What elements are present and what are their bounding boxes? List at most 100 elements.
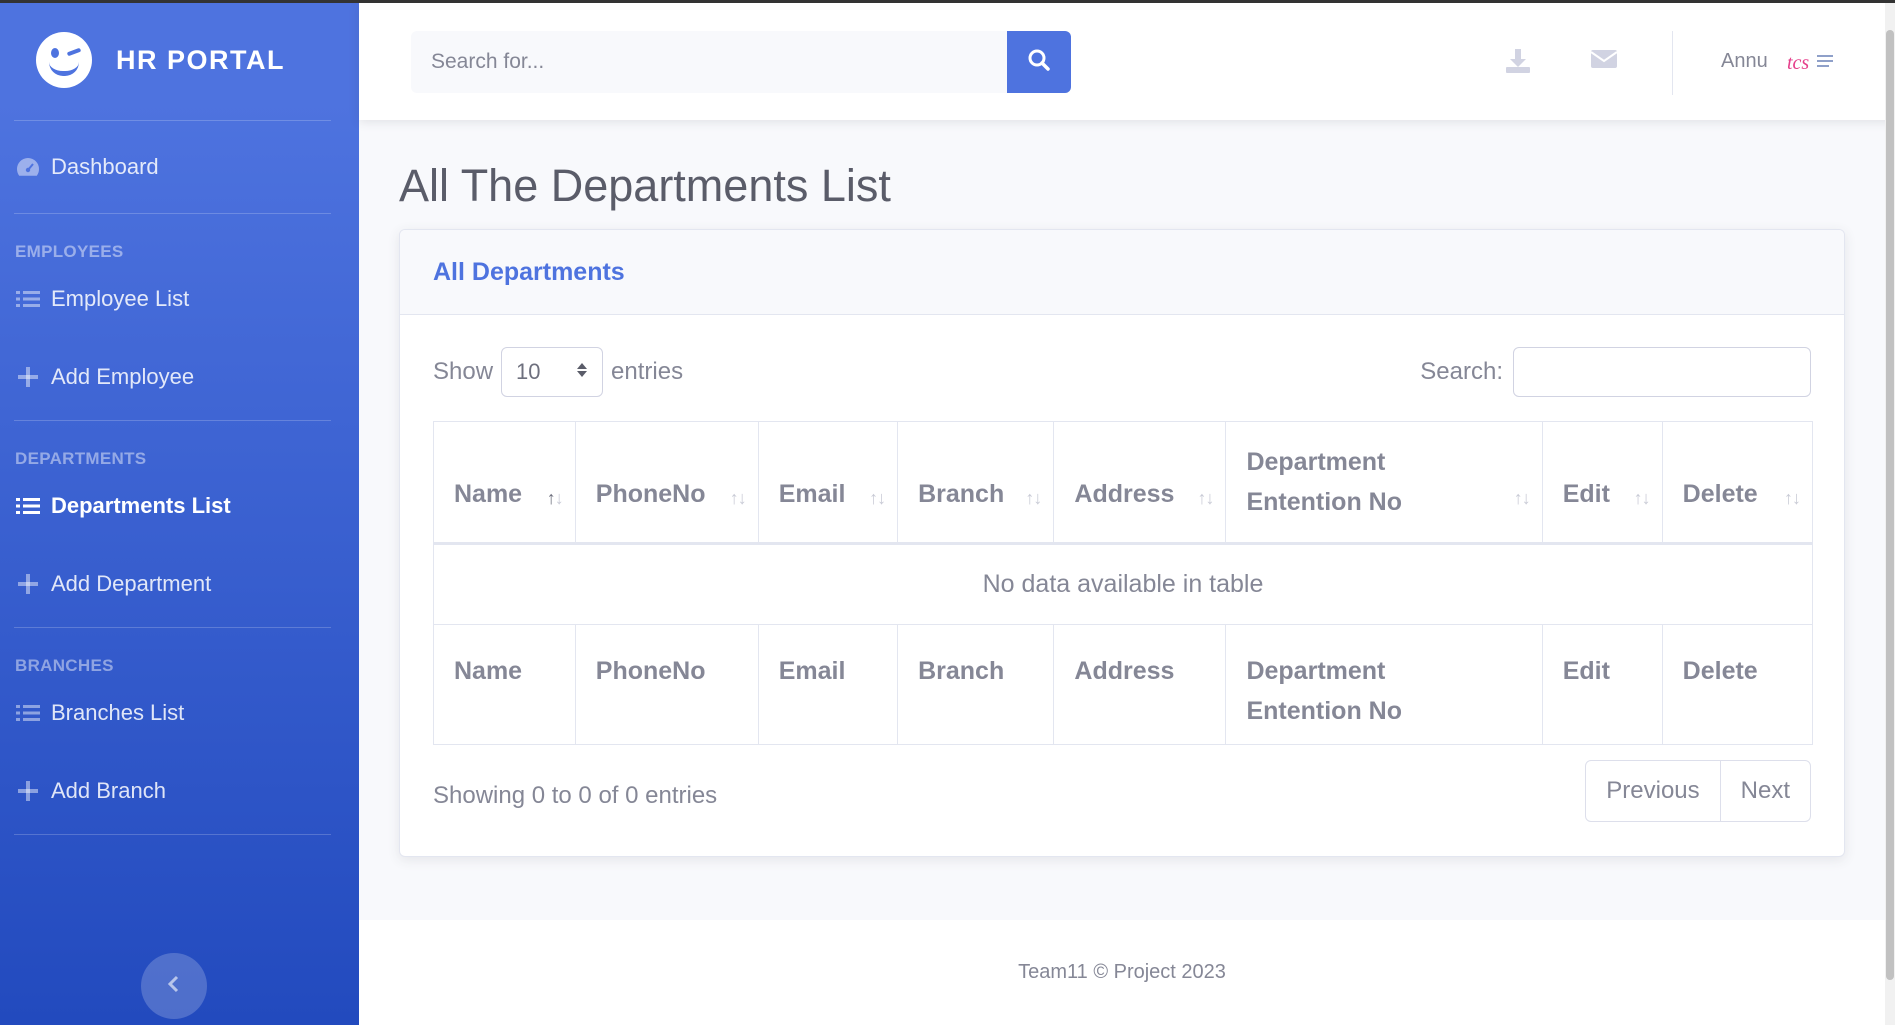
topbar: Annu tcs: [359, 3, 1895, 120]
column-header-delete[interactable]: Delete ↑↓: [1661, 421, 1814, 545]
card-title: All Departments: [433, 257, 625, 286]
sidebar-item-add-department[interactable]: Add Department: [0, 541, 359, 627]
page-length-select[interactable]: 10: [501, 347, 604, 397]
sidebar-heading-branches: BRANCHES: [15, 656, 114, 675]
chevron-left-icon: [167, 975, 181, 998]
previous-button[interactable]: Previous: [1586, 761, 1719, 821]
list-icon: [15, 703, 41, 723]
column-header-phoneno[interactable]: PhoneNo ↑↓: [574, 421, 759, 545]
user-logo-text: tcs: [1787, 52, 1809, 74]
column-label-line: Entention No: [1246, 488, 1402, 516]
footer-column-phoneno: PhoneNo: [574, 624, 759, 745]
column-label-line: Department: [1246, 448, 1386, 476]
sidebar-item-label: Employee List: [51, 286, 190, 311]
sidebar-item-add-employee[interactable]: Add Employee: [0, 334, 359, 420]
smiley-logo-icon: [36, 32, 92, 88]
sidebar-item-employee-list[interactable]: Employee List: [0, 264, 359, 334]
column-label: Edit: [1562, 480, 1610, 508]
column-label: Department Entention No: [1246, 442, 1521, 522]
page-footer: Team11 © Project 2023: [359, 920, 1885, 1025]
sidebar-item-label: Add Branch: [51, 778, 166, 803]
sidebar-item-add-branch[interactable]: Add Branch: [0, 748, 359, 834]
sort-asc-icon: ↑↓: [546, 488, 564, 508]
column-label-line: Entention No: [1246, 697, 1402, 725]
plus-icon: [15, 781, 41, 801]
sort-icon: ↑↓: [869, 488, 886, 508]
footer-column-name: Name: [433, 624, 576, 745]
search-input[interactable]: [411, 31, 1007, 93]
column-header-email[interactable]: Email ↑↓: [757, 421, 899, 545]
user-name[interactable]: Annu: [1721, 50, 1768, 73]
sidebar: HR PORTAL Dashboard EMPLOYEES Employee L…: [0, 0, 359, 1025]
plus-icon: [15, 367, 41, 387]
sidebar-toggle-button[interactable]: [141, 953, 207, 1019]
envelope-icon[interactable]: [1590, 47, 1618, 76]
table-search-label: Search:: [1420, 358, 1503, 385]
list-icon: [15, 496, 41, 516]
top-border: [0, 0, 1895, 3]
sidebar-heading-departments: DEPARTMENTS: [15, 449, 147, 468]
sort-updown-icon: [576, 359, 588, 385]
plus-icon: [15, 574, 41, 594]
footer-column-branch: Branch: [897, 624, 1055, 745]
brand-title: HR PORTAL: [116, 44, 285, 75]
page-scrollbar[interactable]: [1885, 0, 1895, 1025]
column-label: PhoneNo: [595, 480, 706, 508]
sort-icon: ↑↓: [1197, 488, 1214, 508]
sort-icon: ↑↓: [729, 488, 747, 508]
column-header-address[interactable]: Address ↑↓: [1053, 421, 1227, 545]
table-header-row: Name ↑↓ PhoneNo ↑↓ Email ↑↓ Branch ↑↓ Addres…: [433, 421, 1814, 545]
sidebar-item-label: Add Department: [51, 571, 212, 596]
column-label: Delete: [1682, 480, 1758, 508]
topbar-search: [411, 31, 1071, 93]
show-label: Show: [433, 358, 494, 385]
list-icon: [15, 289, 41, 309]
pagination: Previous Next: [1585, 760, 1811, 822]
footer-column-email: Email: [757, 624, 899, 745]
footer-column-edit: Edit: [1541, 624, 1663, 745]
footer-column-address: Address: [1053, 624, 1227, 745]
scrollbar-thumb[interactable]: [1886, 30, 1894, 980]
table-controls: Show 10 entries Search:: [433, 347, 1811, 397]
column-label: Branch: [918, 480, 1005, 508]
column-label: Address: [1074, 480, 1175, 508]
table-row-empty: No data available in table: [433, 543, 1813, 625]
user-avatar-logo[interactable]: tcs: [1787, 51, 1835, 75]
topbar-divider: [1672, 31, 1673, 95]
next-button[interactable]: Next: [1719, 761, 1810, 821]
table-info: Showing 0 to 0 of 0 entries: [433, 782, 718, 809]
page-length-control: Show 10 entries: [433, 347, 683, 397]
sort-icon: ↑↓: [1025, 488, 1042, 508]
departments-table: Name ↑↓ PhoneNo ↑↓ Email ↑↓ Branch ↑↓ Addres…: [433, 421, 1814, 745]
sidebar-item-label: Dashboard: [51, 154, 159, 179]
column-header-department-entention-no[interactable]: Department Entention No ↑↓: [1225, 421, 1543, 545]
column-label: Email: [778, 480, 846, 508]
footer-column-department-entention-no: Department Entention No: [1225, 624, 1543, 745]
sort-icon: ↑↓: [1513, 488, 1531, 508]
sidebar-brand[interactable]: HR PORTAL: [0, 0, 359, 120]
sidebar-item-label: Departments List: [51, 493, 231, 518]
sidebar-item-label: Add Employee: [51, 364, 195, 389]
column-header-branch[interactable]: Branch ↑↓: [897, 421, 1055, 545]
empty-message: No data available in table: [433, 543, 1813, 625]
sidebar-heading-employees: EMPLOYEES: [15, 242, 124, 261]
search-button[interactable]: [1007, 31, 1071, 93]
sort-icon: ↑↓: [1784, 488, 1801, 508]
sidebar-item-branches-list[interactable]: Branches List: [0, 678, 359, 748]
search-icon: [1027, 48, 1051, 77]
sidebar-divider: [14, 834, 331, 835]
footer-column-delete: Delete: [1661, 624, 1814, 745]
sidebar-item-dashboard[interactable]: Dashboard: [0, 121, 359, 213]
table-search-input[interactable]: [1513, 347, 1811, 397]
column-label-line: Department: [1246, 657, 1386, 685]
page-title: All The Departments List: [399, 160, 891, 211]
sidebar-item-label: Branches List: [51, 700, 185, 725]
column-header-name[interactable]: Name ↑↓: [433, 421, 576, 545]
sort-icon: ↑↓: [1633, 488, 1651, 508]
column-header-edit[interactable]: Edit ↑↓: [1541, 421, 1663, 545]
footer-text: Team11 © Project 2023: [1018, 961, 1226, 983]
column-label: Name: [454, 480, 523, 508]
download-icon[interactable]: [1504, 47, 1532, 80]
table-footer-row: Name PhoneNo Email Branch Address Depart…: [433, 624, 1814, 745]
sidebar-item-departments-list[interactable]: Departments List: [0, 471, 359, 541]
